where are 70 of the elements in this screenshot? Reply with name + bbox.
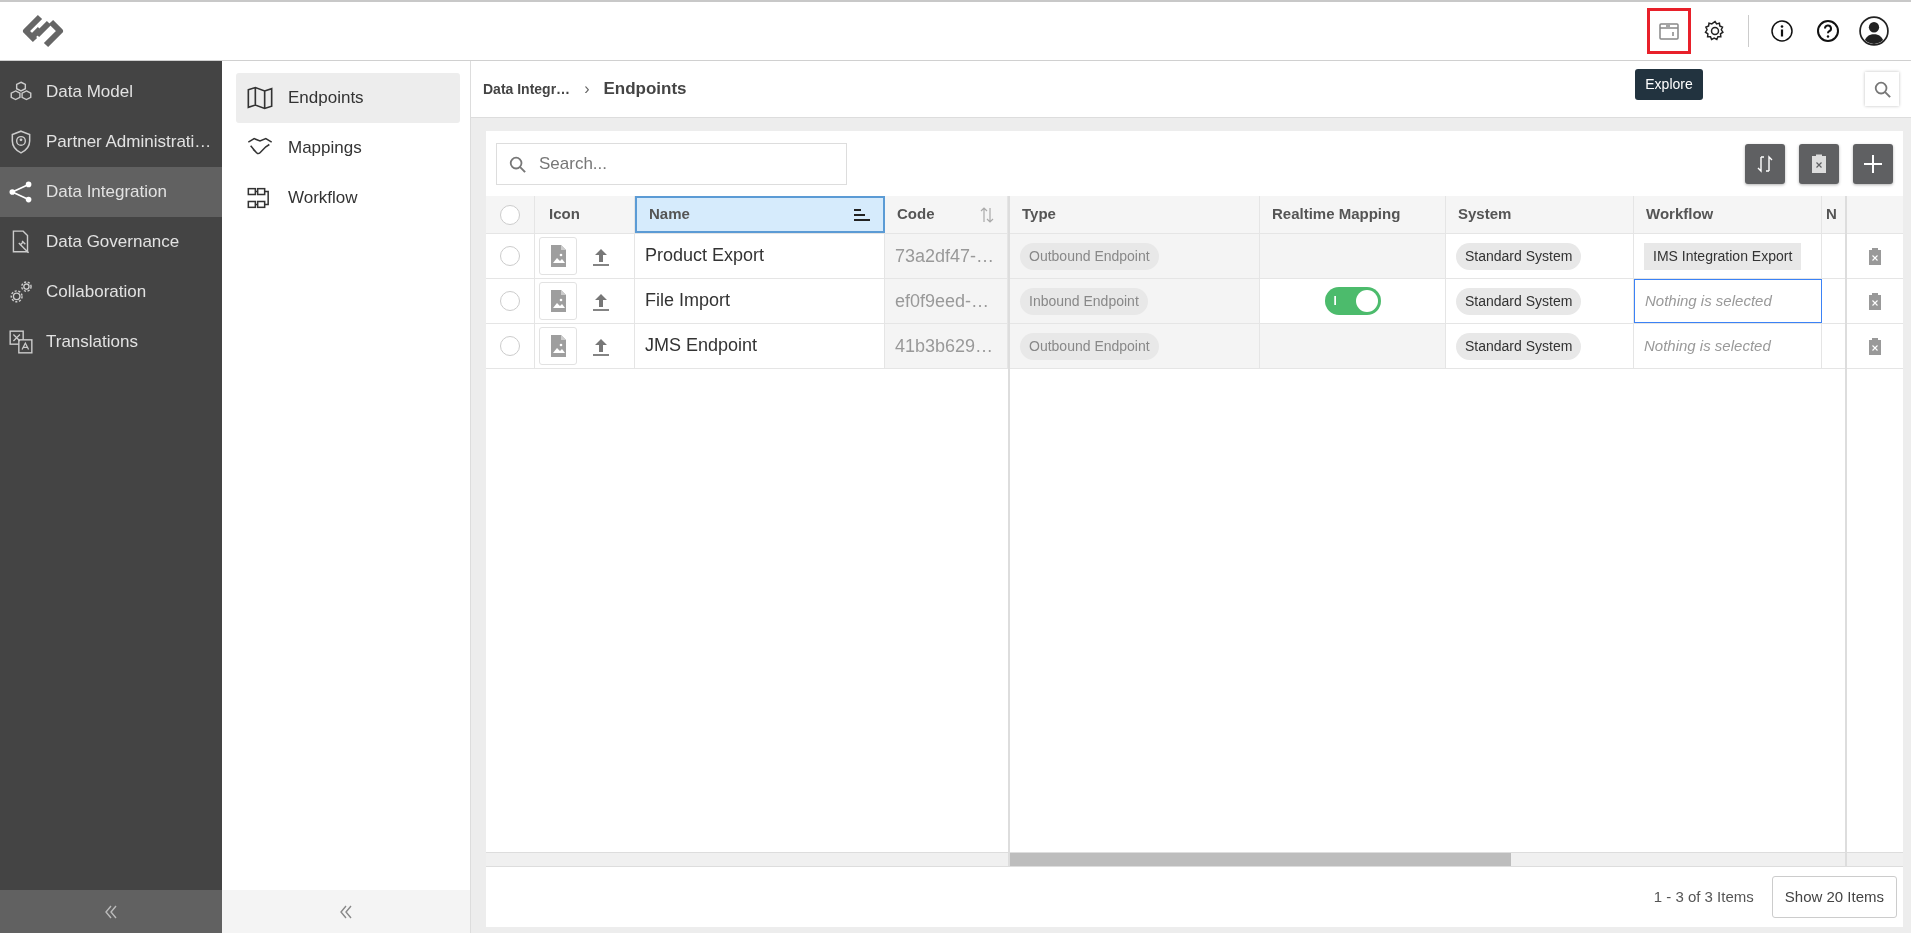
tooltip: Explore <box>1635 69 1703 100</box>
page-size-button[interactable]: Show 20 Items <box>1771 875 1897 919</box>
settings-icon <box>1703 19 1727 43</box>
column-header[interactable]: Type <box>1010 196 1260 233</box>
table-cell: 73a2df47-… <box>885 234 1008 278</box>
row-select-radio[interactable] <box>500 336 520 356</box>
info-icon <box>1770 19 1794 43</box>
double-chevron-icon <box>338 903 354 920</box>
table-cell: 41b3b629… <box>885 324 1008 368</box>
breadcrumb-separator: › <box>584 79 590 99</box>
sidebar-item[interactable]: Data Model <box>0 67 222 117</box>
search-field[interactable]: Search... <box>496 142 847 185</box>
column-header[interactable]: Realtime Mapping <box>1260 196 1446 233</box>
horizontal-scrollbar[interactable] <box>1010 852 1845 866</box>
logo-icon <box>20 13 66 49</box>
subnav-item[interactable]: Workflow <box>236 173 460 223</box>
type-tag: Outbound Endpoint <box>1020 332 1159 360</box>
delete-button[interactable] <box>1799 143 1839 184</box>
workflow-tag: IMS Integration Export <box>1644 242 1802 270</box>
column-header[interactable]: System <box>1446 196 1634 233</box>
delete-icon <box>1867 337 1883 355</box>
search-icon <box>508 154 526 173</box>
system-tag: Standard System <box>1456 287 1582 315</box>
add-button[interactable] <box>1853 143 1893 184</box>
search-icon <box>1873 80 1891 98</box>
sidebar-item[interactable]: Data Governance <box>0 217 222 267</box>
translate-icon <box>8 329 34 355</box>
sidebar-item[interactable]: Collaboration <box>0 267 222 317</box>
share-nodes-icon <box>8 179 34 205</box>
type-tag: Outbound Endpoint <box>1020 242 1159 270</box>
delete-icon <box>1867 247 1883 265</box>
upload-icon <box>591 291 611 311</box>
column-header[interactable]: Code <box>885 196 1008 233</box>
image-file-icon <box>548 289 568 313</box>
image-file-icon <box>548 334 568 358</box>
row-delete-button[interactable] <box>1867 247 1883 265</box>
double-chevron-icon <box>103 903 119 920</box>
upload-icon <box>591 336 611 356</box>
sort-icon <box>853 207 871 222</box>
image-file-icon <box>548 244 568 268</box>
sidebar-item[interactable]: Partner Administrati… <box>0 117 222 167</box>
row-select-radio[interactable] <box>500 246 520 266</box>
breadcrumb-link[interactable]: Data Integr… <box>483 78 571 100</box>
refresh-button[interactable] <box>1745 143 1785 184</box>
system-tag: Standard System <box>1456 332 1582 360</box>
row-delete-button[interactable] <box>1867 337 1883 355</box>
system-tag: Standard System <box>1456 242 1582 270</box>
subnav-item[interactable]: Mappings <box>236 123 460 173</box>
column-header[interactable]: Name <box>635 196 885 233</box>
row-delete-button[interactable] <box>1867 292 1883 310</box>
sidebar-item[interactable]: Translations <box>0 317 222 367</box>
table-cell: ef0f9eed-… <box>885 279 1008 323</box>
sidebar-item[interactable]: Data Integration <box>0 167 222 217</box>
subnav-item[interactable]: Endpoints <box>236 73 460 123</box>
upload-icon <box>591 246 611 266</box>
workflow-field[interactable]: IMS Integration Export <box>1634 234 1822 278</box>
map-icon <box>246 84 274 112</box>
select-all-radio[interactable] <box>500 204 520 225</box>
user-avatar-icon <box>1859 16 1889 46</box>
page-title: Endpoints <box>603 78 687 101</box>
column-header[interactable]: Workflow <box>1634 196 1822 233</box>
sort-arrows-icon <box>979 206 995 223</box>
row-select-radio[interactable] <box>500 291 520 311</box>
gears-icon <box>8 279 34 305</box>
search-button[interactable] <box>1865 72 1899 106</box>
scrollbar-thumb[interactable] <box>1010 853 1511 866</box>
help-icon <box>1816 19 1840 43</box>
delete-icon <box>1867 292 1883 310</box>
type-tag: Inbound Endpoint <box>1020 287 1148 315</box>
item-count: 1 - 3 of 3 Items <box>1653 886 1754 907</box>
